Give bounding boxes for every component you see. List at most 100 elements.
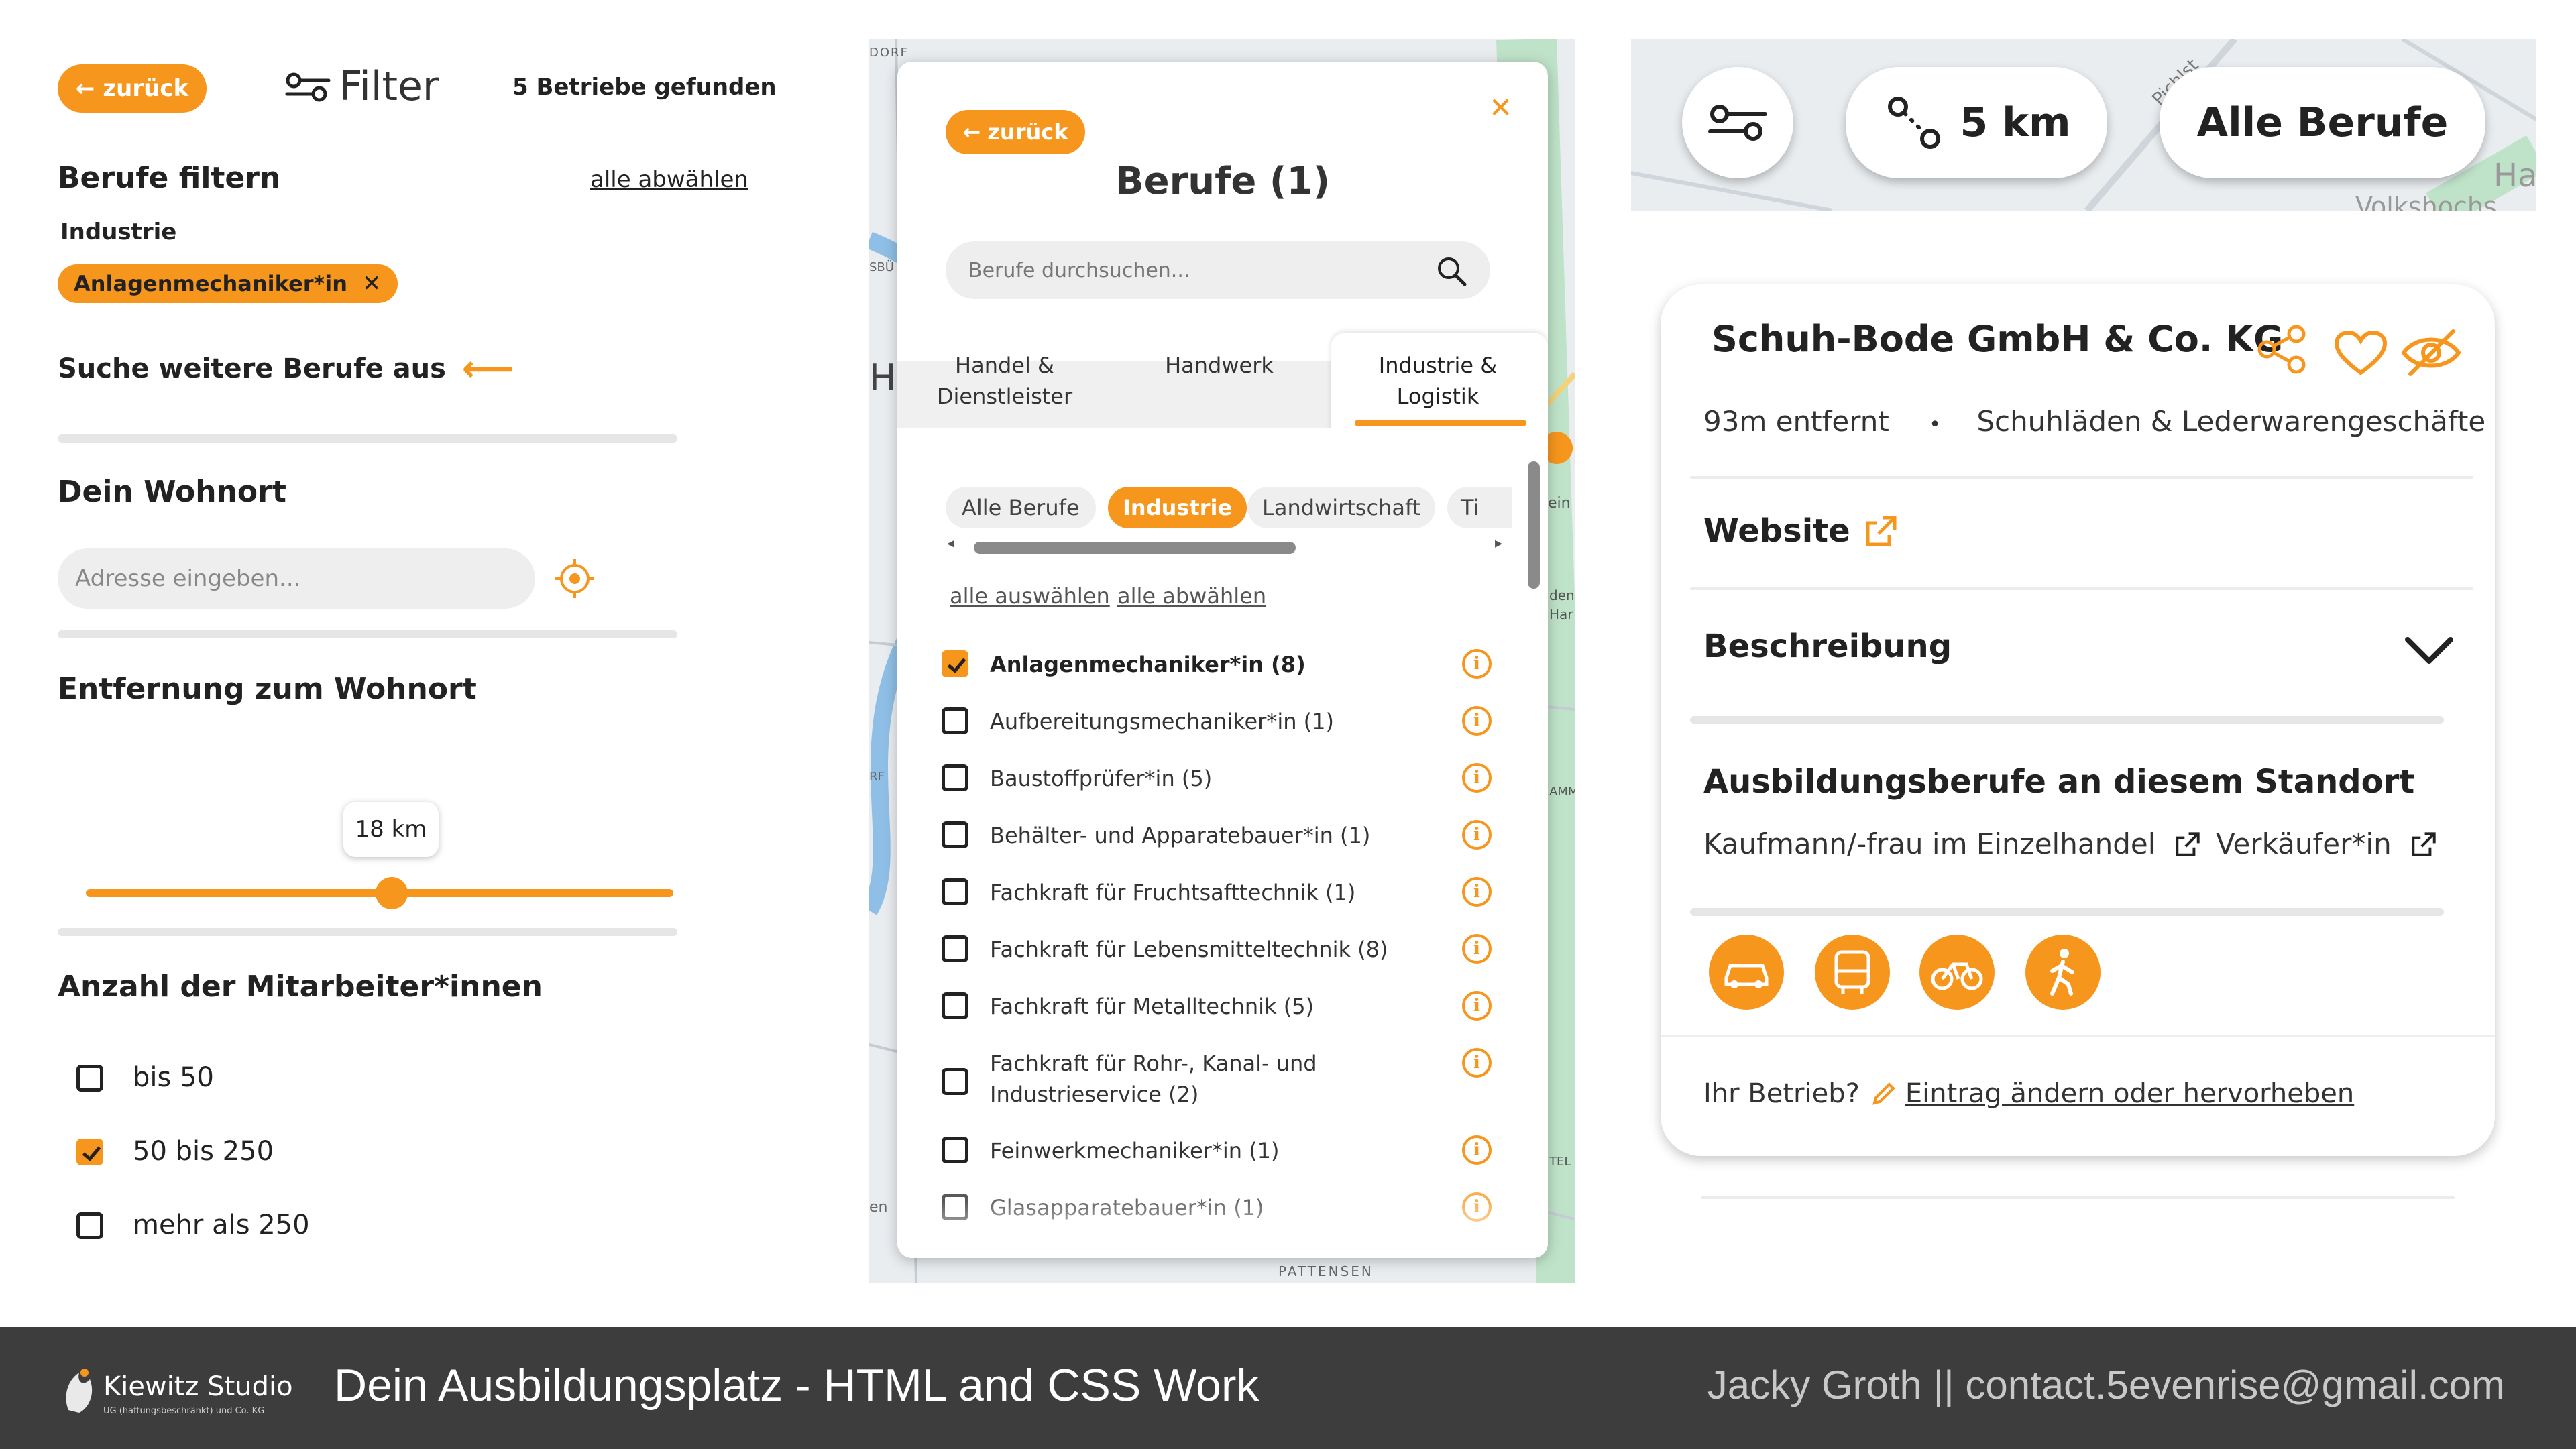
job-search-input[interactable]: Berufe durchsuchen...	[946, 241, 1490, 299]
tab-industrie[interactable]: Industrie & Logistik	[1331, 333, 1548, 434]
distance-slider[interactable]	[86, 877, 673, 909]
info-icon[interactable]: i	[1462, 706, 1492, 736]
job-link[interactable]: Verkäufer*in	[2216, 827, 2439, 860]
modal-title: Berufe (1)	[1115, 160, 1331, 203]
checkbox[interactable]	[942, 707, 968, 734]
divider	[1690, 908, 2444, 916]
employee-option[interactable]: bis 50	[76, 1062, 412, 1096]
jobs-title: Ausbildungsberufe an diesem Standort	[1703, 763, 2415, 801]
more-jobs-link[interactable]: Suche weitere Berufe aus ⟵	[58, 347, 514, 390]
list-item[interactable]: Fachkraft für Rohr-, Kanal- und Industri…	[942, 1044, 1492, 1111]
map-label: PATTENSEN	[1278, 1263, 1374, 1279]
checkbox[interactable]	[942, 821, 968, 848]
map-label: ein	[1548, 495, 1571, 512]
map-label: AMM	[1549, 785, 1575, 799]
filter-sliders-icon	[285, 72, 331, 102]
info-icon[interactable]: i	[1462, 934, 1492, 964]
logo-name: Kiewitz Studio	[103, 1371, 293, 1402]
chip-truncated[interactable]: Ti	[1447, 487, 1512, 528]
select-all-link[interactable]: alle auswählen	[950, 583, 1110, 609]
external-link-icon	[2412, 831, 2436, 856]
divider	[58, 928, 677, 936]
list-item[interactable]: Fachkraft für Fruchtsafttechnik (1) i	[942, 873, 1492, 913]
external-link-icon	[1866, 516, 1897, 546]
employee-option[interactable]: 50 bis 250	[76, 1136, 412, 1169]
arrow-left-icon: ←	[75, 75, 95, 102]
hide-eye-icon[interactable]	[2400, 326, 2463, 380]
back-button[interactable]: ← zurück	[58, 64, 207, 113]
filter-button[interactable]	[1682, 67, 1793, 178]
car-icon[interactable]	[1709, 935, 1784, 1010]
list-item[interactable]: Aufbereitungsmechaniker*in (1) i	[942, 702, 1492, 742]
deselect-all-link[interactable]: alle abwählen	[1117, 583, 1266, 609]
locate-icon[interactable]	[554, 558, 596, 599]
address-input[interactable]: Adresse eingeben...	[58, 548, 535, 609]
website-link[interactable]: Website	[1703, 512, 1900, 550]
distance-title: Entfernung zum Wohnort	[58, 672, 477, 706]
results-count: 5 Betriebe gefunden	[512, 74, 777, 101]
selected-job-chip[interactable]: Anlagenmechaniker*in ✕	[58, 264, 398, 303]
checkbox[interactable]	[942, 650, 968, 677]
list-scrollbar[interactable]	[1528, 461, 1540, 589]
tab-handel[interactable]: Handel & Dienstleister	[924, 350, 1085, 412]
close-icon[interactable]: ✕	[362, 270, 382, 297]
info-icon[interactable]: i	[1462, 1135, 1492, 1165]
tab-handwerk[interactable]: Handwerk	[1139, 350, 1300, 381]
bicycle-icon[interactable]	[1919, 935, 1995, 1010]
checkbox[interactable]	[942, 764, 968, 791]
list-item[interactable]: Feinwerkmechaniker*in (1) i	[942, 1131, 1492, 1171]
job-link[interactable]: Kaufmann/-frau im Einzelhandel	[1703, 827, 2202, 860]
info-icon[interactable]: i	[1462, 649, 1492, 679]
deselect-all-link[interactable]: alle abwählen	[590, 166, 748, 193]
list-item[interactable]: Baustoffprüfer*in (5) i	[942, 759, 1492, 799]
company-name: Schuh-Bode GmbH & Co. KG	[1712, 318, 2284, 360]
info-icon[interactable]: i	[1462, 991, 1492, 1021]
chevron-down-icon	[2405, 637, 2453, 664]
edit-entry-link[interactable]: Eintrag ändern oder hervorheben	[1905, 1078, 2354, 1109]
chevron-right-icon[interactable]: ▸	[1495, 535, 1502, 552]
close-icon[interactable]: ✕	[1489, 91, 1512, 124]
separator: •	[1929, 413, 1941, 437]
info-icon[interactable]: i	[1462, 877, 1492, 907]
company-meta: 93m entfernt • Schuhläden & Lederwarenge…	[1703, 405, 2485, 438]
logo: Kiewitz Studio UG (haftungsbeschränkt) u…	[60, 1363, 293, 1424]
distance-text: 93m entfernt	[1703, 405, 1889, 438]
chip-scrollbar[interactable]: ◂ ▸	[946, 535, 1502, 557]
slider-handle[interactable]	[375, 877, 408, 909]
chip-alle-berufe[interactable]: Alle Berufe	[946, 487, 1096, 528]
heart-icon[interactable]	[2334, 330, 2388, 377]
checkbox[interactable]	[76, 1212, 103, 1239]
map-label: Volkshochs	[2355, 192, 2497, 211]
checkbox[interactable]	[942, 992, 968, 1019]
info-icon[interactable]: i	[1462, 1048, 1492, 1078]
divider	[1690, 716, 2444, 724]
list-item[interactable]: Behälter- und Apparatebauer*in (1) i	[942, 816, 1492, 856]
info-icon[interactable]: i	[1462, 820, 1492, 850]
walking-icon[interactable]	[2025, 935, 2101, 1010]
list-item[interactable]: Fachkraft für Metalltechnik (5) i	[942, 987, 1492, 1027]
share-icon[interactable]	[2256, 323, 2308, 375]
checkbox[interactable]	[942, 1068, 968, 1095]
distance-button[interactable]: 5 km	[1846, 67, 2107, 178]
scrollbar-thumb[interactable]	[974, 542, 1296, 554]
employee-option[interactable]: mehr als 250	[76, 1210, 412, 1243]
description-toggle[interactable]: Beschreibung	[1703, 628, 2455, 675]
checkbox[interactable]	[942, 878, 968, 905]
map-label: Har	[1549, 606, 1573, 622]
checkbox[interactable]	[942, 935, 968, 962]
chip-industrie[interactable]: Industrie	[1108, 487, 1247, 528]
checkbox[interactable]	[942, 1137, 968, 1163]
divider	[1701, 1196, 2455, 1199]
pencil-icon	[1872, 1082, 1895, 1105]
chip-landwirtschaft[interactable]: Landwirtschaft	[1247, 487, 1436, 528]
checkbox[interactable]	[76, 1139, 103, 1165]
back-button[interactable]: ← zurück	[946, 110, 1085, 154]
bus-icon[interactable]	[1815, 935, 1890, 1010]
list-item[interactable]: Fachkraft für Lebensmitteltechnik (8) i	[942, 930, 1492, 970]
chevron-left-icon[interactable]: ◂	[947, 535, 954, 552]
list-item[interactable]: Anlagenmechaniker*in (8) i	[942, 645, 1492, 685]
jobs-button[interactable]: Alle Berufe	[2160, 67, 2485, 178]
search-icon[interactable]	[1435, 255, 1467, 287]
info-icon[interactable]: i	[1462, 763, 1492, 793]
checkbox[interactable]	[76, 1065, 103, 1092]
